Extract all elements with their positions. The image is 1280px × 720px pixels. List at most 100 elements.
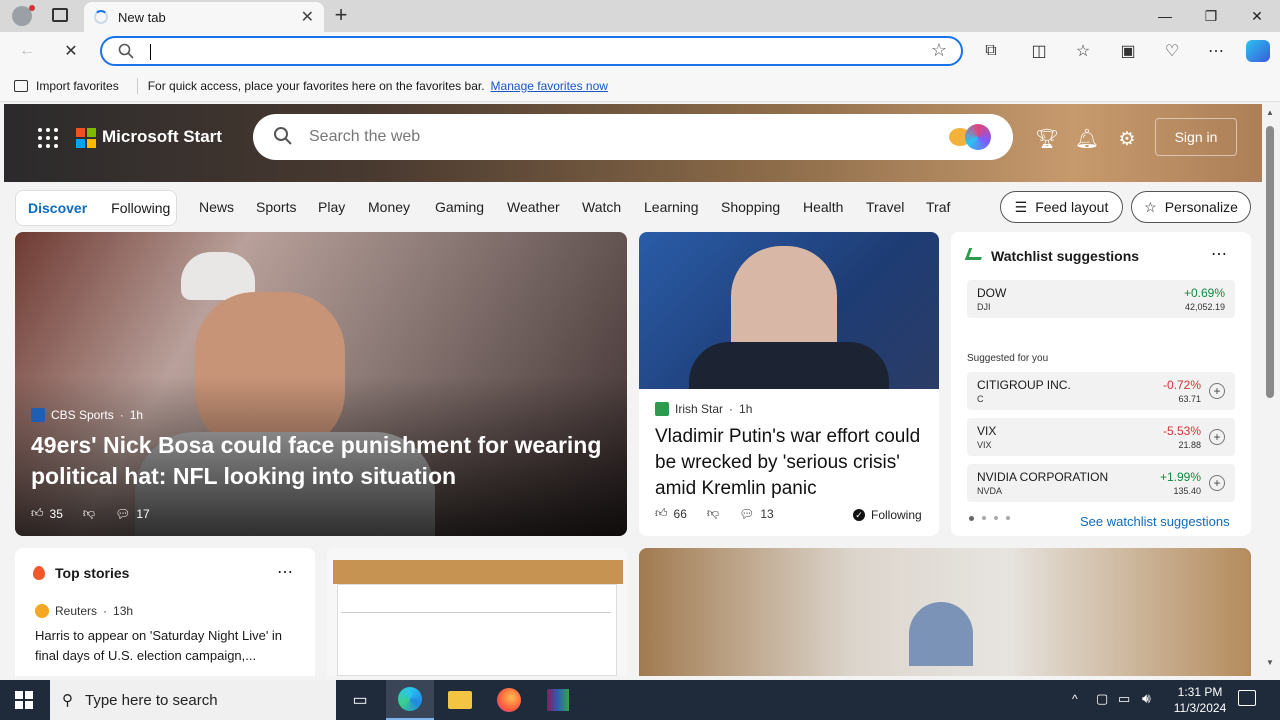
nav-play[interactable]: Play [318, 199, 345, 215]
profile-alert-icon [29, 5, 35, 11]
nav-health[interactable]: Health [803, 199, 843, 215]
watchlist-row[interactable]: NVIDIA CORPORATION NVDA +1.99% 135.40 + [967, 464, 1235, 502]
new-tab-button[interactable]: + [330, 3, 352, 27]
nav-sports[interactable]: Sports [256, 199, 296, 215]
taskbar-search[interactable]: ⚲ Type here to search [50, 680, 336, 720]
nav-travel[interactable]: Travel [866, 199, 904, 215]
restore-button[interactable]: ❐ [1188, 0, 1234, 32]
nav-gaming[interactable]: Gaming [435, 199, 484, 215]
start-button[interactable] [0, 680, 48, 720]
back-icon[interactable]: ← [16, 40, 38, 62]
dislike-icon[interactable]: 👎︎ [707, 506, 719, 521]
sign-in-button[interactable]: Sign in [1155, 118, 1237, 156]
nav-watch[interactable]: Watch [582, 199, 621, 215]
brand-name[interactable]: Microsoft Start [102, 127, 222, 147]
carousel-dots[interactable] [969, 516, 1010, 521]
article-source: CBS Sports · 1h [31, 408, 143, 422]
nav-shopping[interactable]: Shopping [721, 199, 780, 215]
file-explorer-icon[interactable] [436, 680, 484, 720]
meet-now-icon[interactable]: ▢ [1096, 691, 1108, 707]
close-tab-icon[interactable]: ✕ [301, 7, 314, 27]
personalize-button[interactable]: ☆ Personalize [1131, 191, 1251, 223]
rewards-trophy-icon[interactable]: 🏆︎ [1034, 126, 1060, 152]
split-screen-icon[interactable]: ◫ [1028, 40, 1050, 62]
comment-icon[interactable]: 💬︎ [739, 507, 754, 521]
notifications-bell-icon[interactable]: 🔔︎ [1074, 126, 1100, 152]
feed-layout-label: Feed layout [1035, 199, 1109, 215]
firefox-icon[interactable] [485, 680, 533, 720]
nav-weather[interactable]: Weather [507, 199, 560, 215]
stock-name: VIX [977, 424, 997, 438]
manage-favorites-link[interactable]: Manage favorites now [491, 79, 608, 93]
product-card[interactable] [327, 548, 627, 676]
nav-learning[interactable]: Learning [644, 199, 699, 215]
feed-layout-button[interactable]: ☰ Feed layout [1000, 191, 1123, 223]
collections-icon[interactable]: ▣ [1117, 40, 1139, 62]
stock-name: NVIDIA CORPORATION [977, 470, 1109, 484]
watchlist-row[interactable]: VIX VIX -5.53% 21.88 + [967, 418, 1235, 456]
network-icon[interactable]: ▭ [1118, 691, 1130, 707]
add-to-watchlist-icon[interactable]: + [1209, 475, 1225, 491]
extensions-icon[interactable]: ⧉ [980, 40, 1002, 62]
stop-loading-icon[interactable]: ✕ [60, 40, 82, 62]
minimize-button[interactable]: — [1142, 0, 1188, 32]
clock-time: 1:31 PM [1177, 685, 1223, 699]
import-favorites-button[interactable]: Import favorites [14, 79, 119, 93]
close-window-button[interactable]: ✕ [1234, 0, 1280, 32]
article-title[interactable]: Vladimir Putin's war effort could be wre… [655, 424, 925, 502]
taskbar-clock[interactable]: 1:31 PM 11/3/2024 [1168, 684, 1232, 716]
browser-essentials-icon[interactable]: ♡ [1161, 40, 1183, 62]
tab-new-tab[interactable]: New tab ✕ [84, 2, 324, 32]
volume-icon[interactable]: 🔊︎ [1142, 690, 1151, 707]
article-card[interactable]: Irish Star · 1h Vladimir Putin's war eff… [639, 232, 939, 536]
see-watchlist-link[interactable]: See watchlist suggestions [1080, 514, 1230, 529]
import-icon [14, 79, 28, 92]
more-options-icon[interactable]: ⋯ [1205, 40, 1227, 62]
more-options-icon[interactable]: ⋯ [1211, 244, 1227, 264]
more-options-icon[interactable]: ⋯ [277, 562, 293, 582]
watchlist-row[interactable]: DOW DJI +0.69% 42,052.19 [967, 280, 1235, 318]
hero-article-card[interactable]: CBS Sports · 1h 49ers' Nick Bosa could f… [15, 232, 627, 536]
clock-date: 11/3/2024 [1173, 701, 1227, 715]
stock-ticker: C [977, 394, 984, 404]
add-to-watchlist-icon[interactable]: + [1209, 383, 1225, 399]
web-search-box[interactable]: Search the web [253, 114, 1013, 160]
image-article-card[interactable] [639, 548, 1251, 676]
add-to-watchlist-icon[interactable]: + [1209, 429, 1225, 445]
like-icon[interactable]: 👍︎ [655, 506, 668, 521]
scroll-up-icon[interactable]: ▲ [1266, 108, 1274, 117]
weather-badge[interactable] [949, 122, 1005, 152]
scrollbar-thumb[interactable] [1266, 126, 1274, 398]
tab-following[interactable]: Following [99, 200, 182, 216]
nav-money[interactable]: Money [368, 199, 410, 215]
scroll-down-icon[interactable]: ▼ [1266, 658, 1274, 667]
stock-change: +1.99% [1159, 470, 1201, 484]
nav-news[interactable]: News [199, 199, 234, 215]
winrar-icon[interactable] [534, 680, 582, 720]
favorites-icon[interactable]: ☆ [1072, 40, 1094, 62]
address-bar[interactable]: ☆ [100, 36, 963, 66]
article-title[interactable]: 49ers' Nick Bosa could face punishment f… [31, 430, 616, 492]
edge-taskbar-icon[interactable] [386, 680, 434, 720]
task-view-icon[interactable]: ▭ [336, 680, 384, 720]
favorite-star-icon[interactable]: ☆ [931, 40, 947, 61]
like-icon[interactable]: 👍︎ [31, 506, 44, 521]
taskbar-search-placeholder: Type here to search [85, 691, 218, 709]
dislike-icon[interactable]: 👎︎ [83, 506, 95, 521]
tab-title: New tab [118, 9, 166, 25]
tab-actions-icon[interactable] [52, 8, 68, 22]
app-launcher-icon[interactable] [38, 128, 58, 148]
settings-gear-icon[interactable]: ⚙ [1114, 126, 1140, 152]
vertical-scrollbar[interactable]: ▲ ▼ [1262, 104, 1280, 676]
following-status[interactable]: ✓ Following [853, 508, 922, 522]
story-headline[interactable]: Harris to appear on 'Saturday Night Live… [35, 626, 300, 666]
notifications-icon[interactable] [1238, 690, 1256, 706]
address-input[interactable] [146, 42, 906, 60]
copilot-icon[interactable] [1246, 40, 1270, 62]
comment-icon[interactable]: 💬︎ [115, 507, 130, 521]
tab-discover[interactable]: Discover [16, 200, 99, 216]
watchlist-row[interactable]: CITIGROUP INC. C -0.72% 63.71 + [967, 372, 1235, 410]
star-icon: ☆ [1144, 198, 1157, 215]
nav-traffic[interactable]: Traf [926, 199, 950, 215]
show-hidden-icons[interactable]: ^ [1072, 692, 1078, 706]
